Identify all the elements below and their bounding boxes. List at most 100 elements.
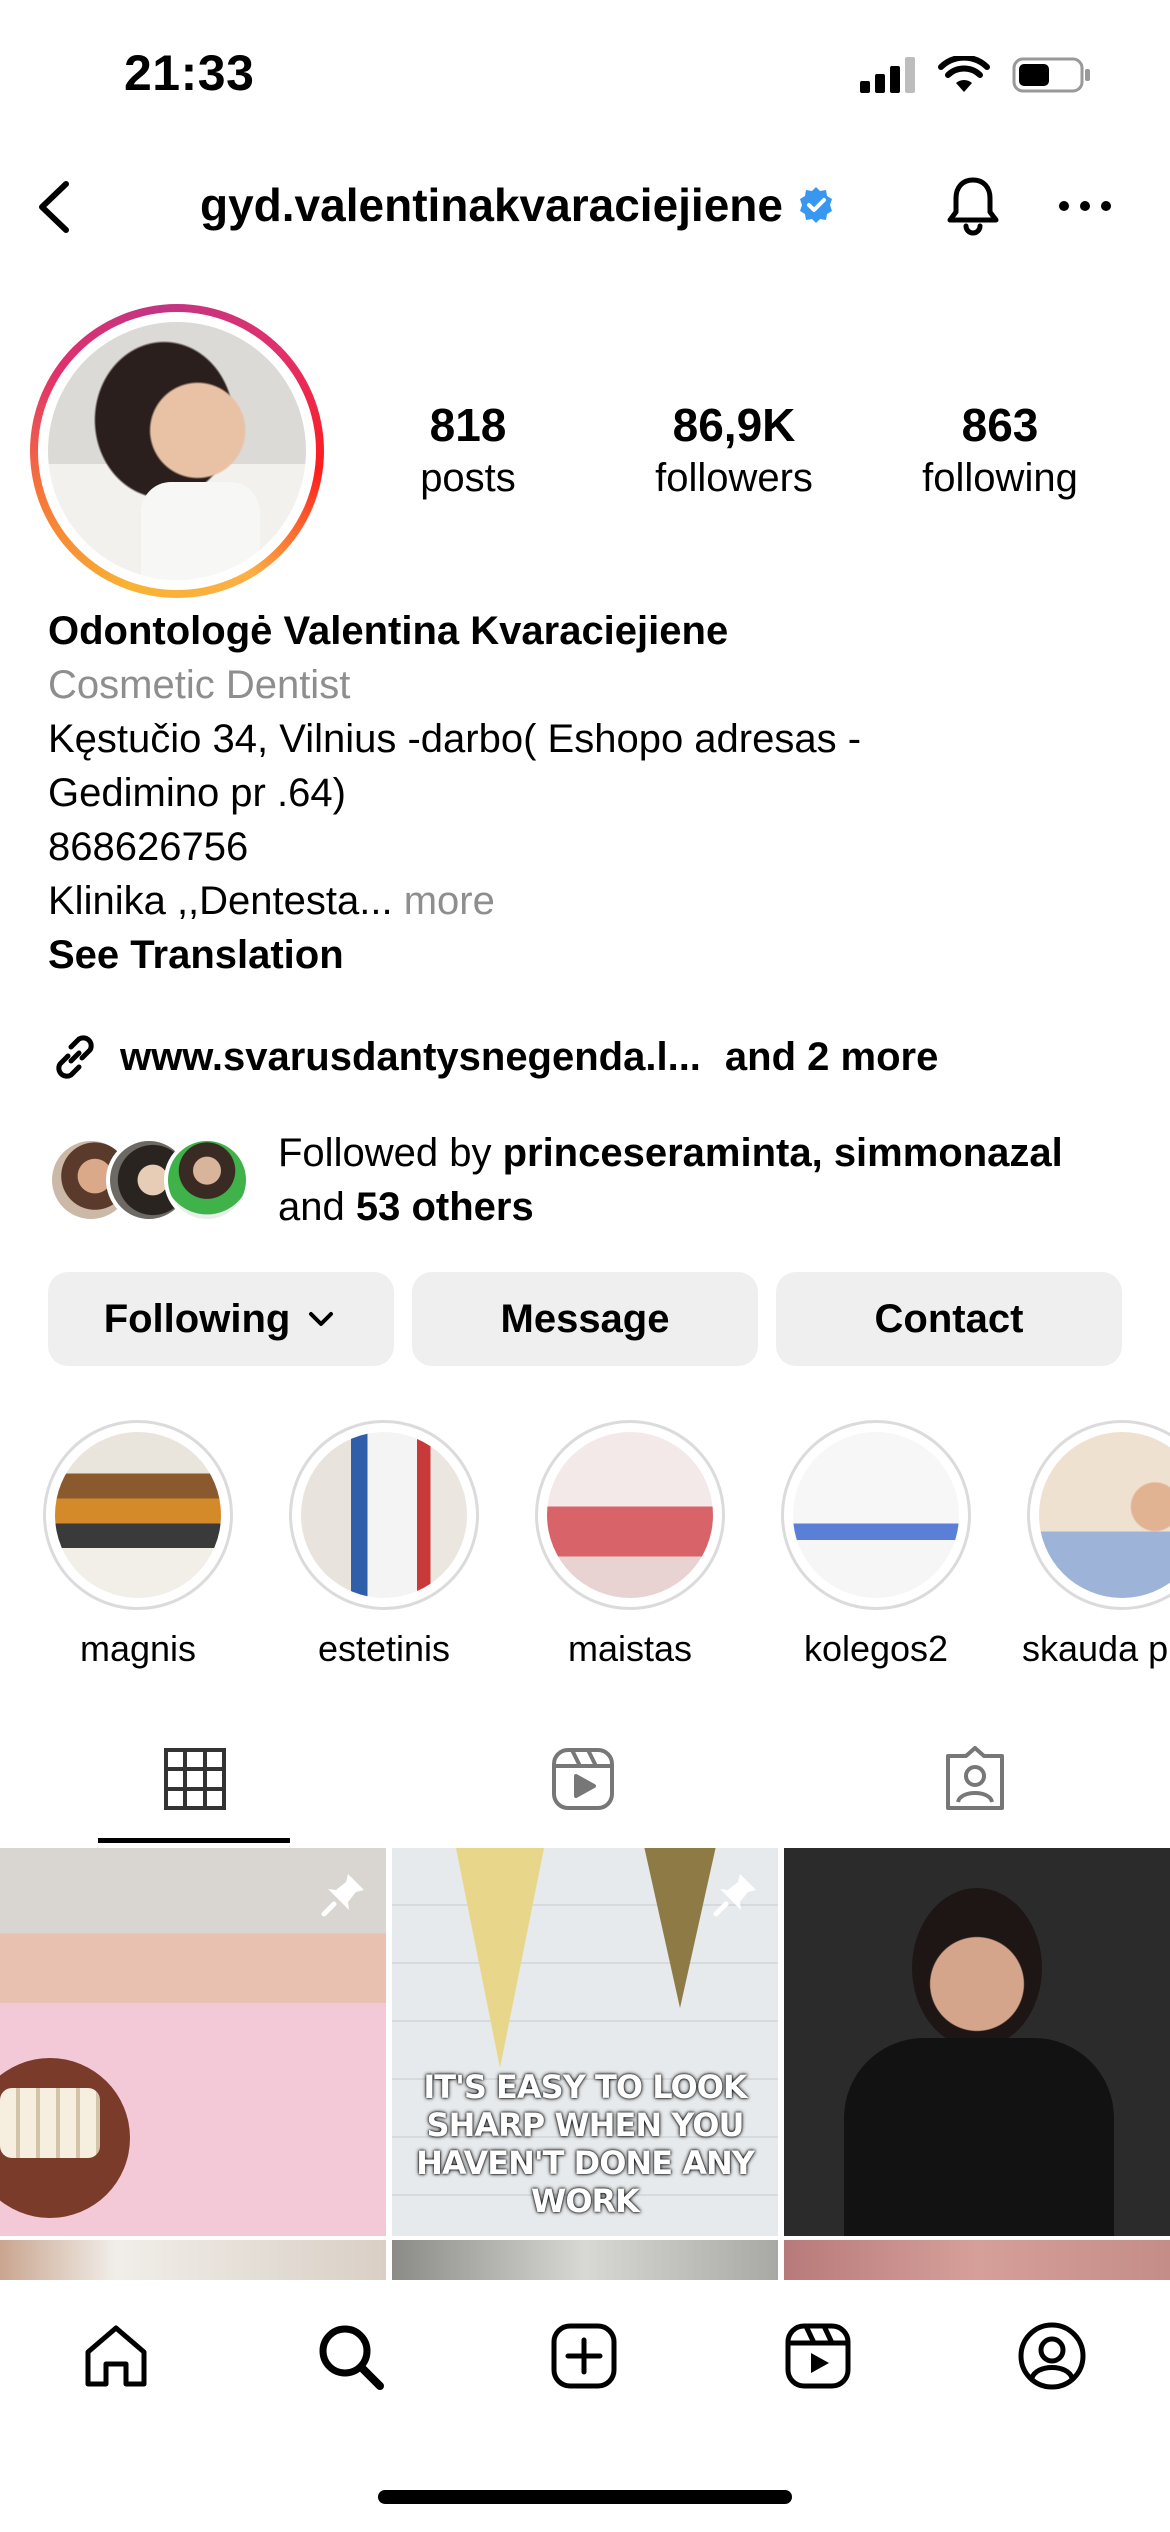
- following-button[interactable]: Following: [48, 1272, 394, 1366]
- verified-badge-icon: [799, 187, 832, 223]
- post-image: [0, 2240, 386, 2280]
- nav-reels[interactable]: [782, 2320, 854, 2392]
- chevron-left-icon: [39, 181, 69, 233]
- profile-category: Cosmetic Dentist: [48, 663, 351, 707]
- link-url[interactable]: www.svarusdantysnegenda.l...: [120, 1035, 701, 1080]
- following-label: following: [922, 456, 1078, 501]
- post-thumbnail[interactable]: [0, 2240, 386, 2280]
- post-overlay-text: IT'S EASY TO LOOK SHARP WHEN YOU HAVEN'T…: [392, 2068, 778, 2220]
- highlight-estetinis[interactable]: estetinis: [284, 1420, 484, 1670]
- nav-profile[interactable]: [1016, 2320, 1088, 2392]
- message-button-label: Message: [500, 1296, 670, 1341]
- bio-more-link[interactable]: more: [393, 879, 495, 923]
- post-image: [392, 2240, 778, 2280]
- avatar-photo: [48, 322, 306, 580]
- overlay-line: IT'S EASY TO LOOK: [423, 2068, 747, 2106]
- bell-icon: [947, 177, 999, 236]
- see-translation-link[interactable]: See Translation: [48, 928, 1128, 982]
- followed-by-and: and: [278, 1185, 356, 1229]
- stat-following[interactable]: 863 following: [890, 398, 1110, 503]
- contact-button[interactable]: Contact: [776, 1272, 1122, 1366]
- highlight-cover: [547, 1432, 713, 1598]
- followed-by[interactable]: Followed by princeseraminta, simmonazal …: [48, 1126, 1063, 1234]
- bio-line-address-2: Gedimino pr .64): [48, 771, 346, 815]
- back-button[interactable]: [22, 172, 92, 242]
- chevron-down-icon: [309, 1312, 334, 1326]
- followed-by-others: 53 others: [355, 1185, 534, 1229]
- highlight-ring: [1027, 1420, 1170, 1610]
- tab-posts-grid[interactable]: [160, 1744, 230, 1814]
- contact-button-label: Contact: [874, 1296, 1024, 1341]
- active-tab-indicator: [98, 1838, 290, 1843]
- highlight-cover: [301, 1432, 467, 1598]
- pencil-shape: [452, 1848, 548, 2068]
- profile-username: gyd.valentinakvaraciejiene: [200, 178, 835, 232]
- nav-create[interactable]: [548, 2320, 620, 2392]
- highlight-kolegos2[interactable]: kolegos2: [776, 1420, 976, 1670]
- home-indicator: [378, 2490, 792, 2504]
- profile-bio: Odontologė Valentina Kvaraciejiene Cosme…: [48, 604, 1128, 982]
- stat-followers[interactable]: 86,9K followers: [624, 398, 844, 503]
- link-icon: [56, 1035, 94, 1079]
- highlight-skauda[interactable]: skauda p: [1022, 1420, 1170, 1670]
- stat-posts[interactable]: 818 posts: [358, 398, 578, 503]
- followers-label: followers: [655, 456, 813, 501]
- highlight-label: estetinis: [317, 1628, 451, 1669]
- highlight-maistas[interactable]: maistas: [530, 1420, 730, 1670]
- post-image-detail: [0, 2088, 100, 2158]
- followers-count: 86,9K: [672, 399, 796, 451]
- bio-line-phone: 868626756: [48, 825, 249, 869]
- notifications-bell-button[interactable]: [938, 170, 1008, 240]
- nav-search[interactable]: [314, 2320, 386, 2392]
- nav-home[interactable]: [80, 2320, 152, 2392]
- post-thumbnail[interactable]: [784, 2240, 1170, 2280]
- post-thumbnail[interactable]: [784, 1848, 1170, 2236]
- pin-icon: [321, 1874, 364, 1917]
- posts-count: 818: [429, 399, 507, 451]
- tab-tagged[interactable]: [940, 1744, 1010, 1814]
- post-thumbnail[interactable]: [0, 1848, 386, 2236]
- cellular-signal-icon: [860, 57, 915, 93]
- highlight-ring: [535, 1420, 725, 1610]
- message-button[interactable]: Message: [412, 1272, 758, 1366]
- highlight-ring: [781, 1420, 971, 1610]
- post-image: [784, 2240, 1170, 2280]
- battery-icon: [1012, 57, 1090, 93]
- post-image-detail: [912, 1888, 1042, 2048]
- status-time: 21:33: [124, 45, 255, 101]
- highlight-ring: [289, 1420, 479, 1610]
- more-horizontal-icon: [1059, 201, 1111, 211]
- follower-avatar: [164, 1137, 250, 1223]
- tagged-person-icon: [946, 1746, 1004, 1810]
- bio-links[interactable]: www.svarusdantysnegenda.l... and 2 more: [48, 1030, 938, 1084]
- bio-line-address: Kęstučio 34, Vilnius -darbo( Eshopo adre…: [48, 717, 862, 761]
- highlight-ring: [43, 1420, 233, 1610]
- plus-square-icon: [551, 2323, 617, 2389]
- profile-avatar[interactable]: [30, 304, 324, 598]
- followed-by-prefix: Followed by: [278, 1131, 503, 1175]
- following-count: 863: [961, 399, 1039, 451]
- highlight-cover: [55, 1432, 221, 1598]
- followed-by-users: princeseraminta, simmonazal: [502, 1131, 1063, 1175]
- post-thumbnail[interactable]: [392, 2240, 778, 2280]
- followed-by-text: Followed by princeseraminta, simmonazal …: [278, 1126, 1063, 1234]
- pencil-shape: [640, 1848, 720, 2008]
- pin-icon: [713, 1874, 756, 1917]
- highlight-label: maistas: [567, 1628, 693, 1669]
- bio-clinic-text: Klinika ,,Dentesta...: [48, 879, 393, 923]
- search-icon: [319, 2325, 384, 2390]
- home-icon: [85, 2325, 147, 2387]
- link-extra[interactable]: and 2 more: [725, 1035, 938, 1080]
- more-options-button[interactable]: [1050, 176, 1120, 236]
- tab-reels[interactable]: [548, 1744, 618, 1814]
- display-name: Odontologė Valentina Kvaraciejiene: [48, 609, 729, 653]
- following-button-label: Following: [103, 1296, 291, 1341]
- wifi-icon: [938, 56, 990, 92]
- highlight-cover: [793, 1432, 959, 1598]
- bio-line-clinic: Klinika ,,Dentesta... more: [48, 874, 1128, 928]
- avatar-border: [38, 312, 316, 590]
- status-icons: [860, 56, 1092, 94]
- profile-icon: [1018, 2322, 1086, 2390]
- highlight-magnis[interactable]: magnis: [38, 1420, 238, 1670]
- post-thumbnail[interactable]: IT'S EASY TO LOOK SHARP WHEN YOU HAVEN'T…: [392, 1848, 778, 2236]
